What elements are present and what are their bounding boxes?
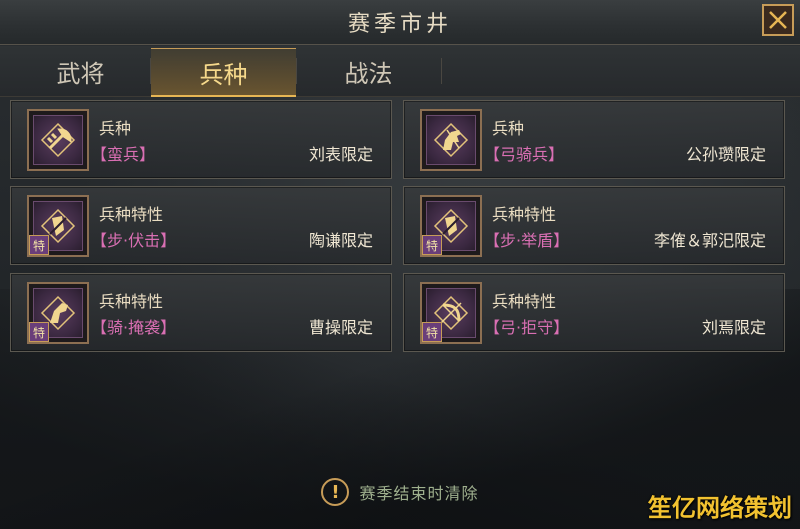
card-limit-label: 公孙瓒限定 <box>685 145 766 164</box>
card-limit-label: 刘焉限定 <box>701 318 766 337</box>
troop-icon-frame: 特 <box>420 282 482 344</box>
special-tag: 特 <box>422 235 442 255</box>
troop-card[interactable]: 兵种 【弓骑兵】 公孙瓒限定 <box>403 100 785 179</box>
troop-card[interactable]: 特 兵种特性 【步·伏击】 陶谦限定 <box>10 186 392 265</box>
tab-tactics[interactable]: 战法 <box>296 48 441 94</box>
troop-card[interactable]: 特 兵种特性 【步·举盾】 李傕＆郭汜限定 <box>403 186 785 265</box>
card-type-label: 兵种 <box>492 119 525 138</box>
card-type-label: 兵种特性 <box>99 205 164 224</box>
close-icon <box>769 11 787 29</box>
troop-card[interactable]: 特 兵种特性 【骑·掩袭】 曹操限定 <box>10 273 392 352</box>
watermark-text: 笙亿网络策划 <box>648 494 792 522</box>
special-tag: 特 <box>29 322 49 342</box>
notice-text: 赛季结束时清除 <box>359 484 479 503</box>
card-limit-label: 刘表限定 <box>308 145 373 164</box>
tab-bar: 武将 兵种 战法 <box>0 46 800 97</box>
card-troop-name: 【骑·掩袭】 <box>91 318 177 337</box>
card-troop-name: 【弓·拒守】 <box>484 318 570 337</box>
season-market-window: 赛季市井 武将 兵种 战法 兵种 【蛮兵】 刘表限定 兵种 【弓骑兵】 公孙瓒限… <box>0 0 800 529</box>
troop-icon-frame <box>420 109 482 171</box>
card-type-label: 兵种特性 <box>99 292 164 311</box>
card-limit-label: 李傕＆郭汜限定 <box>653 231 766 250</box>
tab-generals[interactable]: 武将 <box>8 48 153 94</box>
close-button[interactable] <box>762 4 794 36</box>
tab-troops[interactable]: 兵种 <box>151 48 296 97</box>
special-tag: 特 <box>422 322 442 342</box>
exclamation-icon: ! <box>321 478 350 506</box>
tab-divider <box>441 58 442 84</box>
card-limit-label: 陶谦限定 <box>308 231 373 250</box>
axe-icon <box>40 122 76 158</box>
horse-icon <box>433 122 469 158</box>
troop-card[interactable]: 特 兵种特性 【弓·拒守】 刘焉限定 <box>403 273 785 352</box>
card-troop-name: 【弓骑兵】 <box>484 145 565 164</box>
troop-icon-frame: 特 <box>27 282 89 344</box>
card-type-label: 兵种 <box>99 119 132 138</box>
card-troop-name: 【步·伏击】 <box>91 231 177 250</box>
card-limit-label: 曹操限定 <box>308 318 373 337</box>
card-type-label: 兵种特性 <box>492 205 557 224</box>
troop-card[interactable]: 兵种 【蛮兵】 刘表限定 <box>10 100 392 179</box>
card-type-label: 兵种特性 <box>492 292 557 311</box>
window-title: 赛季市井 <box>347 12 452 37</box>
card-troop-name: 【步·举盾】 <box>484 231 570 250</box>
card-troop-name: 【蛮兵】 <box>91 145 156 164</box>
troop-icon-frame <box>27 109 89 171</box>
title-bar: 赛季市井 <box>0 0 800 45</box>
special-tag: 特 <box>29 235 49 255</box>
troop-icon-frame: 特 <box>420 195 482 257</box>
troop-icon-frame: 特 <box>27 195 89 257</box>
